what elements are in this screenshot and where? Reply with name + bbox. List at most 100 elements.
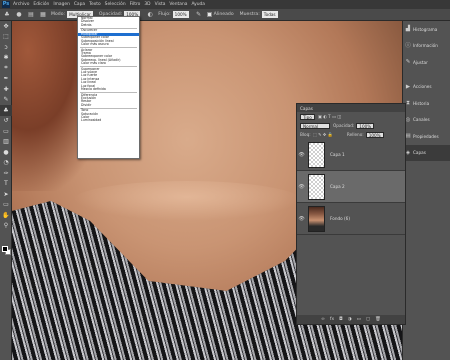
add-mask-icon[interactable]: ◘	[339, 317, 343, 322]
delete-layer-icon[interactable]: 🗑	[375, 317, 381, 322]
sample-label: Muestra:	[239, 12, 260, 17]
sample-select[interactable]: Todas	[261, 11, 278, 18]
menu-filtro[interactable]: Filtro	[130, 2, 141, 7]
layer-opacity-label: Opacidad:	[333, 123, 355, 128]
layer-name: Capa 1	[330, 152, 345, 157]
layer-row[interactable]: 👁 Capa 1	[297, 139, 405, 171]
aligned-checkbox[interactable]	[206, 12, 212, 17]
quick-select-tool-icon[interactable]: ✱	[0, 53, 12, 64]
airbrush-icon[interactable]: ✎	[195, 11, 203, 19]
blend-option[interactable]: Luminosidad	[78, 119, 139, 123]
lock-icons[interactable]: ⬚ ✎ ✥ 🔒	[313, 132, 333, 138]
dock-informacion[interactable]: ⓘ Información	[403, 38, 450, 55]
adjustment-layer-icon[interactable]: ◑	[348, 317, 352, 322]
blur-tool-icon[interactable]: ●	[0, 147, 12, 158]
blend-option[interactable]: Color más claro	[78, 61, 139, 65]
dock-label: Capas	[413, 150, 426, 156]
move-tool-icon[interactable]: ✥	[0, 21, 12, 32]
layer-kind-filter[interactable]: Tipo	[300, 113, 315, 120]
panel-dock: ▟ Histograma ⓘ Información ✎ Ajustar ▶ A…	[402, 21, 450, 360]
layer-row-selected[interactable]: 👁 Capa 2	[297, 171, 405, 203]
gradient-tool-icon[interactable]: ▥	[0, 137, 12, 148]
menu-archivo[interactable]: Archivo	[13, 2, 29, 7]
layers-panel-title[interactable]: Capas	[300, 106, 313, 111]
layer-style-icon[interactable]: fx	[330, 317, 334, 322]
blend-option[interactable]: Color más oscuro	[78, 42, 139, 46]
path-select-tool-icon[interactable]: ➤	[0, 189, 12, 200]
dock-label: Propiedades	[413, 133, 439, 139]
visibility-eye-icon[interactable]: 👁	[297, 184, 306, 190]
layers-panel: Capas Tipo ▣ ◐ T ▭ ◫ Normal Opacidad: 10…	[296, 103, 406, 325]
menu-vista[interactable]: Vista	[155, 2, 166, 7]
pen-tool-icon[interactable]: ✑	[0, 168, 12, 179]
layer-name: Capa 2	[330, 184, 345, 189]
hand-tool-icon[interactable]: ✋	[0, 210, 12, 221]
aligned-label: Alineado	[213, 12, 234, 17]
history-brush-tool-icon[interactable]: ↺	[0, 116, 12, 127]
layer-row[interactable]: 👁 Fondo (6)	[297, 203, 405, 235]
eraser-tool-icon[interactable]: ▭	[0, 126, 12, 137]
dock-propiedades[interactable]: ▤ Propiedades	[403, 128, 450, 145]
layers-panel-footer: ∞ fx ◘ ◑ ▭ ▢ 🗑	[297, 315, 405, 324]
dodge-tool-icon[interactable]: ◔	[0, 158, 12, 169]
type-tool-icon[interactable]: T	[0, 179, 12, 190]
layer-opacity-field[interactable]: 100%	[356, 122, 375, 129]
visibility-eye-icon[interactable]: 👁	[297, 152, 306, 158]
layer-fill-field[interactable]: 100%	[365, 131, 384, 138]
menu-imagen[interactable]: Imagen	[53, 2, 70, 7]
clone-stamp-icon[interactable]: ♣	[3, 11, 11, 19]
dock-label: Acciones	[413, 84, 432, 90]
clone-source-icon[interactable]: ▦	[39, 11, 47, 19]
layers-panel-header: Capas	[297, 104, 405, 112]
collarbone-highlight	[72, 181, 302, 221]
shape-tool-icon[interactable]: ▭	[0, 200, 12, 211]
flow-field[interactable]: 100%	[172, 11, 189, 18]
new-group-icon[interactable]: ▭	[357, 317, 361, 322]
menu-texto[interactable]: Texto	[89, 2, 101, 7]
layer-thumbnail	[308, 205, 325, 232]
dock-ajustar[interactable]: ✎ Ajustar	[403, 54, 450, 71]
dock-histograma[interactable]: ▟ Histograma	[403, 21, 450, 38]
foreground-color-swatch[interactable]	[2, 246, 8, 252]
eyedropper-tool-icon[interactable]: ✒	[0, 74, 12, 85]
clone-stamp-tool-icon[interactable]: ♣	[0, 105, 12, 116]
visibility-eye-icon[interactable]: 👁	[297, 216, 306, 222]
marquee-tool-icon[interactable]: ⬚	[0, 32, 12, 43]
dock-canales[interactable]: ◎ Canales	[403, 112, 450, 129]
blend-option[interactable]: Mezcla definida	[78, 87, 139, 91]
info-icon: ⓘ	[405, 42, 411, 49]
new-layer-icon[interactable]: ▢	[366, 317, 370, 322]
photoshop-logo-icon: Ps	[2, 1, 10, 8]
layer-blend-select[interactable]: Normal	[300, 122, 330, 129]
brush-tool-icon[interactable]: ✎	[0, 95, 12, 106]
blend-option[interactable]: Detrás	[78, 23, 139, 27]
menu-ayuda[interactable]: Ayuda	[191, 2, 205, 7]
crop-tool-icon[interactable]: ⌗	[0, 63, 12, 74]
filter-icons[interactable]: ▣ ◐ T ▭ ◫	[318, 114, 341, 119]
lasso-tool-icon[interactable]: ↄ	[0, 42, 12, 53]
zoom-tool-icon[interactable]: ⚲	[0, 221, 12, 232]
dock-capas[interactable]: ◈ Capas	[403, 144, 450, 161]
menu-3d[interactable]: 3D	[144, 2, 150, 7]
dock-acciones[interactable]: ▶ Acciones	[403, 79, 450, 96]
menu-capa[interactable]: Capa	[74, 2, 85, 7]
options-bar: ♣ ● ▤ ▦ Modo: Multiplicar Opacidad: 100%…	[0, 9, 450, 21]
dock-label: Ajustar	[413, 59, 428, 65]
brush-preset-icon[interactable]: ●	[15, 11, 23, 19]
dock-historia[interactable]: ⧗ Historia	[403, 95, 450, 112]
fill-label: Relleno:	[346, 132, 364, 137]
actions-play-icon: ▶	[405, 83, 411, 90]
link-layers-icon[interactable]: ∞	[321, 317, 325, 322]
blend-option[interactable]: Dividir	[78, 103, 139, 107]
mode-label: Modo:	[51, 12, 66, 17]
flow-label: Flujo:	[158, 12, 171, 17]
layer-name: Fondo (6)	[330, 216, 350, 221]
menu-ventana[interactable]: Ventana	[169, 2, 187, 7]
pressure-opacity-icon[interactable]: ◐	[146, 11, 154, 19]
healing-tool-icon[interactable]: ✚	[0, 84, 12, 95]
histogram-icon: ▟	[405, 26, 411, 33]
blend-mode-dropdown[interactable]: Normal Disolver Detrás Oscurecer Multipl…	[77, 16, 140, 159]
menu-seleccion[interactable]: Selección	[105, 2, 126, 7]
menu-edicion[interactable]: Edición	[33, 2, 49, 7]
brush-panel-icon[interactable]: ▤	[27, 11, 35, 19]
